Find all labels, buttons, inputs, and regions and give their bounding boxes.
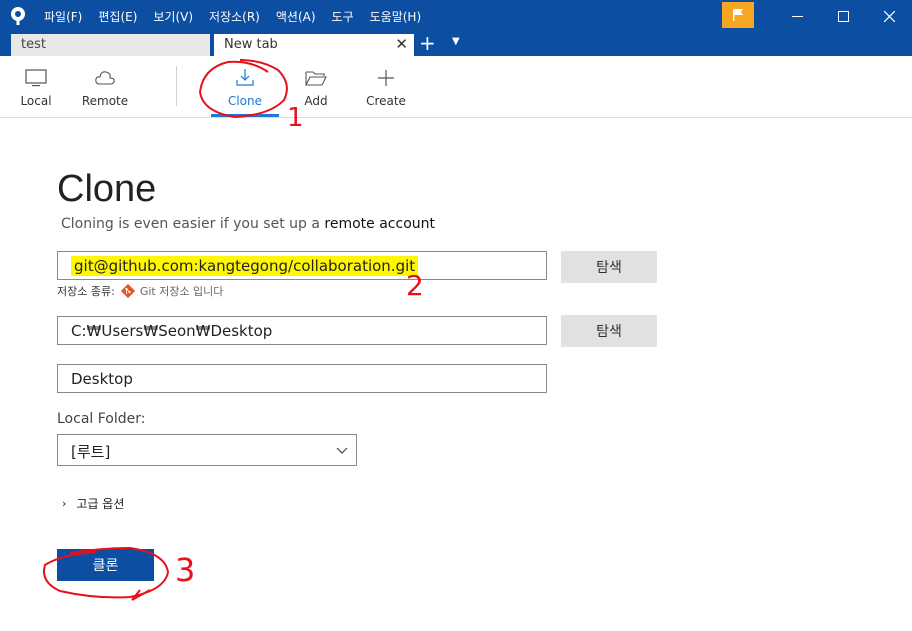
advanced-options-toggle[interactable]: › 고급 옵션	[62, 495, 124, 512]
page-subtitle: Cloning is even easier if you set up a r…	[61, 216, 435, 232]
toolbar-local-button[interactable]: Local	[16, 56, 56, 118]
toolbar-remote-button[interactable]: Remote	[80, 56, 130, 118]
add-tab-button[interactable]: +	[419, 33, 436, 53]
flag-icon	[733, 9, 743, 21]
toolbar-divider	[176, 66, 177, 106]
expand-arrow-icon: ›	[62, 497, 67, 510]
menu-help[interactable]: 도움말(H)	[362, 8, 430, 25]
tab-close-icon[interactable]: ✕	[395, 35, 408, 53]
tab-label: New tab	[224, 37, 278, 52]
local-folder-label: Local Folder:	[57, 411, 146, 427]
repo-type-info: 저장소 종류: Git 저장소 입니다	[57, 283, 223, 299]
name-value: Desktop	[71, 370, 133, 388]
menu-actions[interactable]: 액션(A)	[268, 8, 324, 25]
maximize-button[interactable]	[820, 0, 866, 32]
tab-menu-dropdown[interactable]: ▼	[452, 36, 460, 47]
menu-bar: 파일(F) 편집(E) 보기(V) 저장소(R) 액션(A) 도구 도움말(H)	[36, 0, 429, 32]
repo-type-value: Git 저장소 입니다	[139, 285, 224, 298]
source-url-value: git@github.com:kangtegong/collaboration.…	[71, 256, 419, 276]
active-tool-indicator	[211, 114, 279, 117]
maximize-icon	[837, 10, 849, 22]
minimize-icon	[791, 15, 803, 17]
toolbar: Local Remote Clone Add Create	[0, 56, 912, 118]
notification-flag-button[interactable]	[722, 2, 754, 28]
close-icon	[883, 10, 895, 22]
destination-path-input[interactable]: C:₩Users₩Seon₩Desktop	[57, 316, 547, 345]
clone-button[interactable]: 클론	[57, 549, 154, 581]
toolbar-create-label: Create	[366, 94, 406, 108]
toolbar-clone-label: Clone	[227, 94, 263, 108]
local-folder-select[interactable]: [루트]	[57, 434, 357, 466]
browse-source-button[interactable]: 탐색	[561, 251, 657, 283]
toolbar-create-button[interactable]: Create	[362, 56, 410, 118]
toolbar-add-label: Add	[304, 94, 328, 108]
close-window-button[interactable]	[866, 0, 912, 32]
monitor-icon	[25, 69, 47, 87]
browse-destination-button[interactable]: 탐색	[561, 315, 657, 347]
menu-tools[interactable]: 도구	[324, 8, 362, 25]
menu-repository[interactable]: 저장소(R)	[201, 8, 268, 25]
source-url-input[interactable]: git@github.com:kangtegong/collaboration.…	[57, 251, 547, 280]
remote-account-link[interactable]: remote account	[324, 216, 435, 232]
name-input[interactable]: Desktop	[57, 364, 547, 393]
tab-strip: test New tab ✕ + ▼	[0, 32, 912, 56]
advanced-options-label: 고급 옵션	[76, 497, 125, 511]
sourcetree-logo-icon	[11, 7, 25, 25]
chevron-down-icon	[336, 447, 348, 454]
local-folder-value: [루트]	[71, 443, 111, 461]
destination-path-value: C:₩Users₩Seon₩Desktop	[71, 322, 273, 340]
toolbar-add-button[interactable]: Add	[296, 56, 336, 118]
menu-edit[interactable]: 편집(E)	[90, 8, 145, 25]
minimize-button[interactable]	[774, 0, 820, 32]
toolbar-remote-label: Remote	[81, 94, 129, 108]
subtitle-text: Cloning is even easier if you set up a	[61, 216, 325, 232]
menu-view[interactable]: 보기(V)	[145, 8, 201, 25]
git-icon	[120, 284, 135, 298]
tab-label: test	[21, 37, 46, 52]
cloud-icon	[95, 71, 115, 85]
repo-type-label: 저장소 종류:	[57, 285, 115, 298]
tab-test[interactable]: test	[11, 34, 210, 56]
plus-icon	[378, 70, 394, 86]
page-title: Clone	[57, 168, 157, 210]
toolbar-local-label: Local	[20, 94, 52, 108]
menu-file[interactable]: 파일(F)	[36, 8, 90, 25]
title-bar: 파일(F) 편집(E) 보기(V) 저장소(R) 액션(A) 도구 도움말(H)	[0, 0, 912, 32]
download-icon	[236, 69, 254, 86]
toolbar-clone-button[interactable]: Clone	[211, 56, 279, 118]
tab-new-tab[interactable]: New tab ✕	[214, 34, 414, 56]
annotation-number-3: 3	[175, 551, 195, 589]
folder-open-icon	[305, 71, 327, 86]
